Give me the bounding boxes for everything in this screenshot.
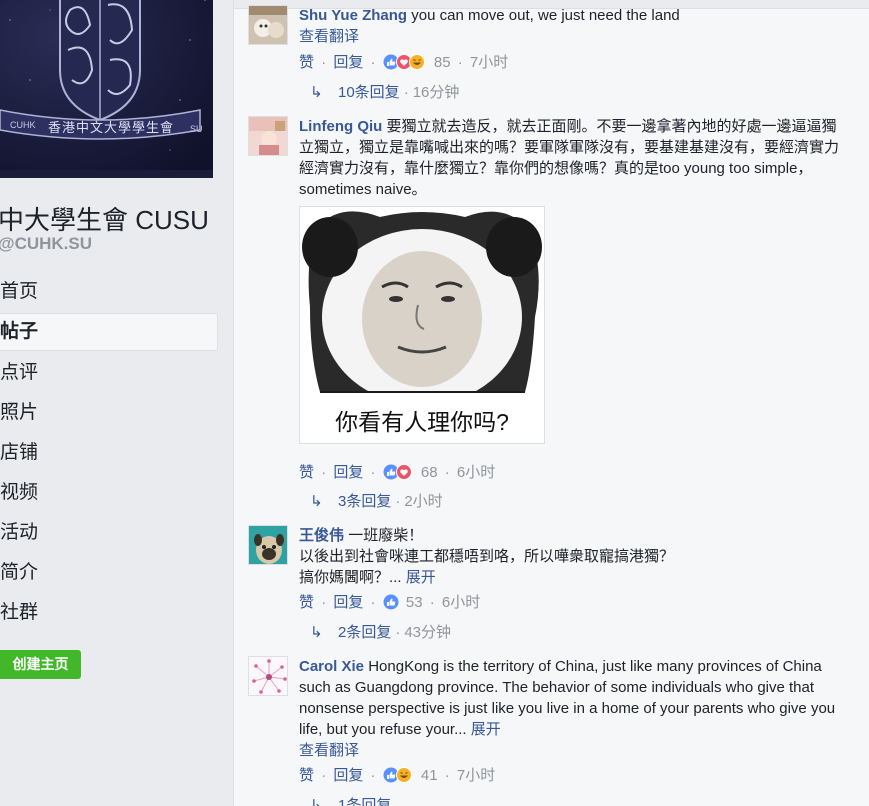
- reactions[interactable]: [383, 464, 414, 484]
- avatar[interactable]: [248, 116, 288, 156]
- nav-item-photos[interactable]: 照片: [0, 393, 218, 433]
- avatar-photo-icon: [249, 117, 287, 155]
- see-more-link[interactable]: 展开: [471, 721, 501, 738]
- nav-item-home[interactable]: 首页: [0, 272, 218, 312]
- page-nav: 首页 帖子 点评 照片 店铺 视频 活动 简介 社群: [0, 272, 218, 633]
- comment-text: 以後出到社會咪連工都穩唔到咯，所以嘩衆取寵搞港獨？: [299, 548, 675, 565]
- cover-abbr-left: CUHK: [10, 120, 36, 130]
- comment-text: 搞你媽閪啊？...: [299, 569, 402, 586]
- avatar[interactable]: [248, 656, 288, 696]
- page-title[interactable]: 中大學生會 CUSU: [0, 200, 209, 237]
- comments-panel: Shu Yue Zhang you can move out, we just …: [233, 0, 869, 806]
- reply-arrow-icon: ↳: [310, 797, 323, 806]
- like-link[interactable]: 赞: [299, 594, 314, 611]
- reactions[interactable]: [383, 594, 399, 614]
- comment-author[interactable]: Linfeng Qiu: [299, 118, 382, 135]
- nav-item-events[interactable]: 活动: [0, 513, 218, 553]
- meme-caption: 你看有人理你吗?: [335, 409, 509, 435]
- nav-item-posts[interactable]: 帖子: [0, 313, 218, 351]
- reaction-count[interactable]: 41: [421, 767, 438, 784]
- view-replies-link[interactable]: ↳ 10条回复 · 16分钟: [310, 81, 459, 102]
- meme-image[interactable]: 你看有人理你吗?: [299, 206, 545, 444]
- comment-author[interactable]: Carol Xie: [299, 658, 364, 675]
- avatar-photo-icon: [249, 657, 287, 695]
- comment-text: 一班廢柴！: [348, 527, 424, 544]
- like-link[interactable]: 赞: [299, 767, 314, 784]
- comment-author[interactable]: 王俊伟: [299, 527, 344, 544]
- comment-time[interactable]: 6小时: [457, 464, 495, 481]
- avatar[interactable]: [248, 525, 288, 565]
- reply-link[interactable]: 回复: [333, 464, 363, 481]
- nav-item-about[interactable]: 简介: [0, 553, 218, 593]
- nav-item-community[interactable]: 社群: [0, 593, 218, 633]
- see-more-link[interactable]: 展开: [406, 569, 436, 586]
- create-page-button[interactable]: 创建主页: [0, 650, 81, 679]
- comment-time[interactable]: 7小时: [470, 54, 508, 71]
- reply-arrow-icon: ↳: [310, 624, 323, 641]
- reply-arrow-icon: ↳: [310, 493, 323, 510]
- cover-text: 香港中文大學學生會: [48, 120, 175, 135]
- comment-time[interactable]: 7小时: [457, 767, 495, 784]
- view-replies-link[interactable]: ↳ 3条回复 · 2小时: [310, 490, 443, 511]
- reaction-count[interactable]: 68: [421, 464, 438, 481]
- reaction-count[interactable]: 53: [406, 594, 423, 611]
- reply-arrow-icon: ↳: [310, 84, 323, 101]
- like-link[interactable]: 赞: [299, 464, 314, 481]
- avatar-photo-icon: [249, 6, 287, 44]
- nav-item-shop[interactable]: 店铺: [0, 433, 218, 473]
- comment-text: HongKong is the territory of China, just…: [299, 658, 836, 738]
- view-replies-link[interactable]: ↳ 1条回复: [310, 794, 391, 806]
- haha-reaction-icon: [408, 54, 425, 70]
- see-translation-link[interactable]: 查看翻译: [299, 742, 359, 759]
- comment-text: you can move out, we just need the land: [411, 7, 680, 24]
- see-translation-link[interactable]: 查看翻译: [299, 28, 359, 45]
- nav-item-videos[interactable]: 视频: [0, 473, 218, 513]
- reply-link[interactable]: 回复: [333, 767, 363, 784]
- page-handle[interactable]: @CUHK.SU: [0, 234, 92, 254]
- reply-link[interactable]: 回复: [333, 54, 363, 71]
- cover-abbr-right: SU: [190, 124, 203, 134]
- haha-reaction-icon: [395, 767, 412, 783]
- cusu-logo: [0, 0, 213, 170]
- page-profile-picture[interactable]: CUHK 香港中文大學學生會 SU: [0, 0, 213, 178]
- reactions[interactable]: [383, 767, 414, 787]
- view-replies-link[interactable]: ↳ 2条回复 · 43分钟: [310, 621, 451, 642]
- avatar[interactable]: [248, 5, 288, 45]
- page-sidebar: CUHK 香港中文大學學生會 SU 中大學生會 CUSU @CUHK.SU 首页…: [0, 0, 222, 806]
- comment-time[interactable]: 6小时: [442, 594, 480, 611]
- reaction-count[interactable]: 85: [434, 54, 451, 71]
- avatar-photo-icon: [249, 526, 287, 564]
- like-link[interactable]: 赞: [299, 54, 314, 71]
- reply-link[interactable]: 回复: [333, 594, 363, 611]
- comment-author[interactable]: Shu Yue Zhang: [299, 7, 407, 24]
- reactions[interactable]: [383, 54, 427, 74]
- nav-item-reviews[interactable]: 点评: [0, 353, 218, 393]
